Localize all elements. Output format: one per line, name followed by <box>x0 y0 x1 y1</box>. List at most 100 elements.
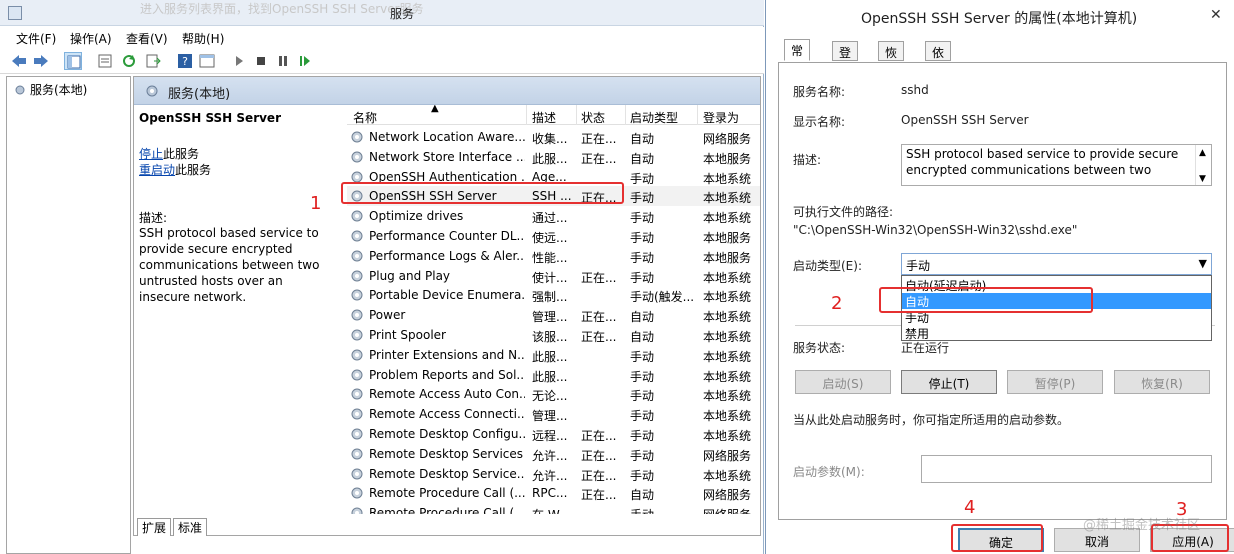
table-row[interactable]: Remote Access Connecti... 管理... 手动 本地系统 <box>347 404 760 424</box>
col-header-name[interactable]: 名称 <box>353 109 377 126</box>
refresh-icon[interactable] <box>120 52 138 70</box>
table-row[interactable]: Portable Device Enumera... 强制... 手动(触发... 本… <box>347 285 760 305</box>
row-name: Optimize drives <box>369 209 464 224</box>
forward-arrow-icon[interactable] <box>32 52 50 70</box>
pause-button[interactable]: 暂停(P) <box>1007 370 1103 394</box>
restart-service-icon[interactable] <box>296 52 314 70</box>
row-desc: 此服... <box>532 151 568 166</box>
row-startup: 手动(触发... <box>630 290 695 305</box>
row-startup: 手动 <box>630 270 655 285</box>
menu-view[interactable]: 查看(V) <box>126 30 168 47</box>
gear-icon <box>351 230 363 242</box>
table-row[interactable]: Performance Logs & Aler... 性能... 手动 本地服务 <box>347 246 760 266</box>
table-row[interactable]: Power 管理... 正在... 自动 本地系统 <box>347 305 760 325</box>
row-desc: 远程... <box>532 429 568 443</box>
startup-type-label: 启动类型(E): <box>793 259 862 273</box>
tab-standard[interactable]: 标准 <box>173 518 208 536</box>
stop-service-icon[interactable] <box>252 52 270 70</box>
table-row[interactable]: Plug and Play 使计... 正在... 手动 本地系统 <box>347 266 760 286</box>
menu-file[interactable]: 文件(F) <box>16 30 56 47</box>
table-row[interactable]: Remote Desktop Services 允许... 正在... 手动 网络服务 <box>347 444 760 464</box>
start-params-input[interactable] <box>921 455 1212 483</box>
row-desc: 此服... <box>532 349 568 364</box>
description-scrollbar[interactable]: ▲ ▼ <box>1195 145 1211 185</box>
col-header-logon[interactable]: 登录为 <box>703 109 739 126</box>
table-row[interactable]: Remote Desktop Service... 允许... 正在... 手动 本地系… <box>347 464 760 484</box>
row-logon: 网络服务 <box>703 506 759 514</box>
services-title-bar: 进入服务列表界面，找到OpenSSH SSH Server服务 服务 <box>0 0 764 26</box>
row-logon: 本地服务 <box>703 231 752 245</box>
table-row[interactable]: Network Location Aware... 收集... 正在... 自动 网络服… <box>347 127 760 147</box>
col-header-startup[interactable]: 启动类型 <box>630 109 678 126</box>
row-name: Performance Logs & Aler... <box>369 248 525 263</box>
gear-icon <box>351 388 363 400</box>
tab-extended[interactable]: 扩展 <box>137 518 172 536</box>
export-list-icon[interactable] <box>144 52 162 70</box>
table-row[interactable]: Optimize drives 通过... 手动 本地系统 <box>347 206 760 226</box>
table-row[interactable]: Remote Desktop Configu... 远程... 正在... 手动 本地系… <box>347 424 760 444</box>
start-button[interactable]: 启动(S) <box>795 370 891 394</box>
col-header-status[interactable]: 状态 <box>581 109 605 126</box>
stop-service-suffix: 此服务 <box>163 147 200 161</box>
row-name: Remote Desktop Configu... <box>369 427 525 441</box>
console-window-icon[interactable] <box>198 52 216 70</box>
gear-icon <box>351 428 363 440</box>
row-logon: 本地系统 <box>703 171 752 186</box>
pause-service-icon[interactable] <box>274 52 292 70</box>
description-label: 描述: <box>793 153 822 167</box>
tab-dependencies[interactable]: 依存关系 <box>925 41 952 111</box>
gear-icon <box>351 448 363 460</box>
service-status-value: 正在运行 <box>901 341 950 355</box>
table-row[interactable]: Printer Extensions and N... 此服... 手动 本地系统 <box>347 345 760 365</box>
stop-button[interactable]: 停止(T) <box>901 370 997 394</box>
col-header-desc[interactable]: 描述 <box>532 109 556 126</box>
display-name-label: 显示名称: <box>793 115 846 129</box>
selected-service-name: OpenSSH SSH Server <box>139 111 281 125</box>
chevron-up-icon[interactable]: ▲ <box>1199 145 1206 161</box>
chevron-down-icon[interactable]: ▼ <box>1199 257 1207 270</box>
chevron-down-icon[interactable]: ▼ <box>1199 171 1206 187</box>
menu-help[interactable]: 帮助(H) <box>182 30 224 47</box>
description-box[interactable]: SSH protocol based service to provide se… <box>901 144 1212 186</box>
gear-icon <box>13 84 27 96</box>
row-startup: 手动 <box>630 468 655 483</box>
resume-button[interactable]: 恢复(R) <box>1114 370 1210 394</box>
table-row[interactable]: Problem Reports and Sol... 此服... 手动 本地系统 <box>347 365 760 385</box>
tree-node-services-local[interactable]: 服务(本地) <box>13 81 87 98</box>
gear-icon <box>351 329 363 341</box>
option-disabled[interactable]: 禁用 <box>902 325 1211 341</box>
back-arrow-icon[interactable] <box>10 52 28 70</box>
tab-recovery[interactable]: 恢复 <box>878 41 905 77</box>
gear-icon <box>351 131 363 143</box>
properties-list-icon[interactable] <box>96 52 114 70</box>
row-logon: 本地服务 <box>703 250 752 265</box>
table-row[interactable]: Print Spooler 该服... 正在... 自动 本地系统 <box>347 325 760 345</box>
table-row[interactable]: Remote Procedure Call (... RPC... 正在... 自动 网… <box>347 483 760 503</box>
view-tabs: 扩展 标准 <box>133 516 761 536</box>
tab-general[interactable]: 常规 <box>784 39 811 75</box>
row-name: Remote Procedure Call (... <box>369 506 525 514</box>
row-startup: 手动 <box>630 506 696 514</box>
table-row[interactable]: Network Store Interface ... 此服... 正在... 自动 本… <box>347 147 760 167</box>
close-icon[interactable]: ✕ <box>1210 7 1222 23</box>
start-service-icon[interactable] <box>230 52 248 70</box>
path-value: "C:\OpenSSH-Win32\OpenSSH-Win32\sshd.exe… <box>793 223 1078 237</box>
console-tree-icon[interactable] <box>64 52 82 70</box>
menu-action[interactable]: 操作(A) <box>70 30 112 47</box>
row-desc: 使计... <box>532 270 568 285</box>
table-row[interactable]: Performance Counter DL... 使远... 手动 本地服务 <box>347 226 760 246</box>
row-logon: 网络服务 <box>703 132 752 146</box>
sort-up-icon: ▲ <box>431 105 439 114</box>
table-row[interactable]: Remote Procedure Call (... 在 W... 手动网络服务 <box>347 503 760 514</box>
restart-service-link[interactable]: 重启动 <box>139 163 175 177</box>
table-row[interactable]: Remote Access Auto Con... 无论... 手动 本地系统 <box>347 384 760 404</box>
row-desc: 此服... <box>532 369 568 384</box>
annotation-4: 4 <box>964 497 976 518</box>
gear-icon <box>351 507 363 514</box>
help-icon[interactable]: ? <box>176 52 194 70</box>
row-desc: RPC... <box>532 486 568 501</box>
row-name: Plug and Play <box>369 268 451 283</box>
stop-service-link[interactable]: 停止 <box>139 147 163 161</box>
tab-logon[interactable]: 登录 <box>832 41 859 77</box>
startup-type-select[interactable]: 手动 ▼ <box>901 253 1212 275</box>
